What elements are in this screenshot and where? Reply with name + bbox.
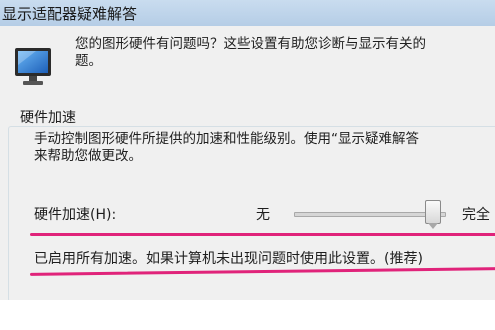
hardware-acceleration-slider-thumb[interactable] [425,200,441,229]
window-title: 显示适配器疑难解答 [2,5,138,23]
intro-line-2: 题。 [75,53,102,69]
description-line-2: 来帮助您做更改。 [34,148,142,164]
slider-max-label: 完全 [462,207,490,223]
monitor-icon [15,48,51,85]
hardware-acceleration-description: 手动控制图形硬件所提供的加速和性能级别。使用“显示疑难解答 来帮助您做更改。 [34,131,495,165]
intro-text: 您的图形硬件有问题吗？这些设置有助您诊断与显示有关的 题。 [75,36,495,70]
description-line-1: 手动控制图形硬件所提供的加速和性能级别。使用“显示疑难解答 [34,131,419,147]
intro-line-1: 您的图形硬件有问题吗？这些设置有助您诊断与显示有关的 [75,36,426,52]
hardware-acceleration-group-title: 硬件加速 [20,110,76,126]
highlight-underline-slider [30,233,495,236]
slider-min-label: 无 [256,207,270,223]
hardware-acceleration-slider-track[interactable] [294,212,446,217]
dialog-footer [0,300,495,330]
hardware-acceleration-label: 硬件加速(H): [34,207,117,223]
dialog-content: 您的图形硬件有问题吗？这些设置有助您诊断与显示有关的 题。 硬件加速 手动控制图… [0,26,495,302]
acceleration-status-text: 已启用所有加速。如果计算机未出现问题时使用此设置。(推荐) [34,251,423,267]
title-bar: 显示适配器疑难解答 [0,0,495,26]
